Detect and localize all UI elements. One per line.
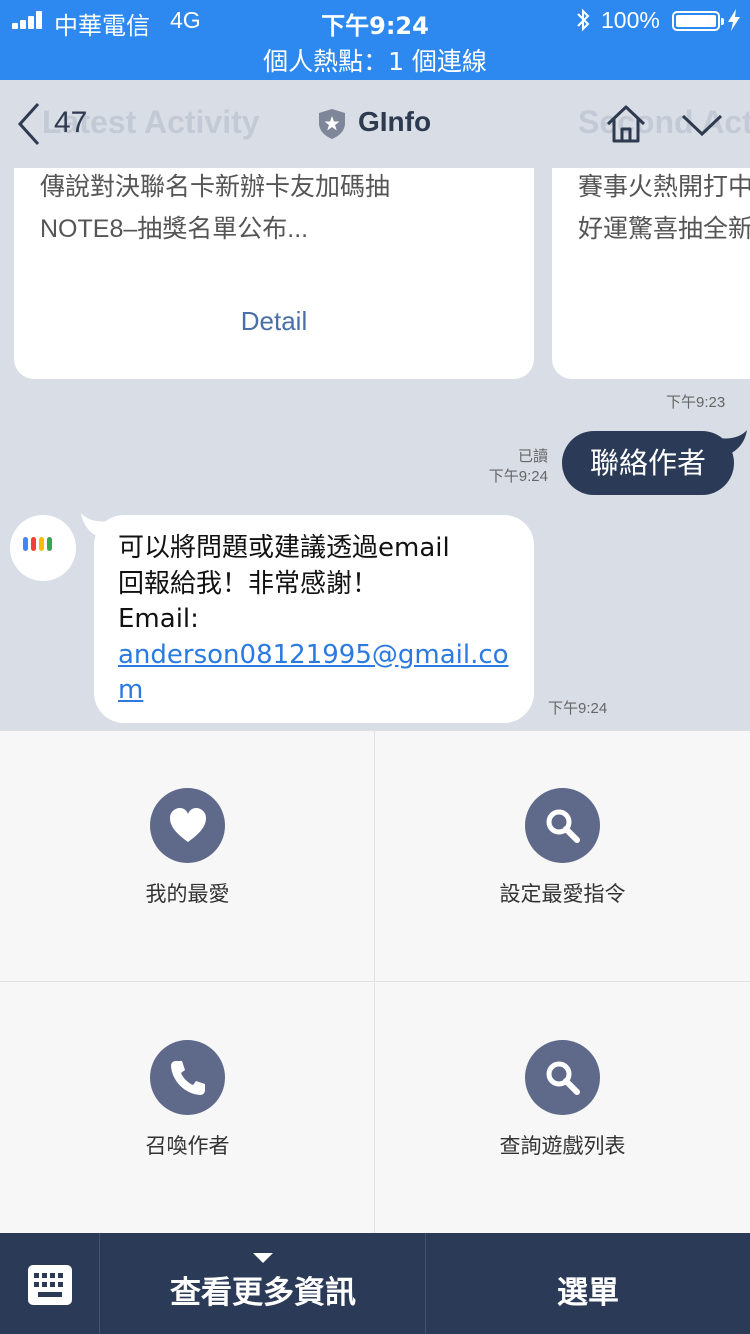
bot-message-line: 回報給我！非常感謝！ [118, 568, 379, 599]
unread-count: 47 [54, 106, 88, 139]
menu-item-game-list[interactable]: 查詢遊戲列表 [375, 983, 750, 1234]
my-message-bubble[interactable]: 聯絡作者 [562, 431, 734, 495]
card-text-line: 賽事火熱開打中 [578, 173, 750, 201]
search-icon [525, 788, 600, 863]
bot-message-line: Email: [118, 604, 199, 634]
card-text-line: 好運驚喜抽全新 [578, 215, 750, 243]
search-icon [525, 1040, 600, 1115]
menu-item-call-author[interactable]: 召喚作者 [0, 983, 375, 1234]
heart-icon [150, 788, 225, 863]
bluetooth-icon [577, 8, 590, 32]
menu-item-label: 我的最愛 [145, 882, 230, 906]
detail-link[interactable]: Detail [14, 306, 534, 337]
menu-item-favorites[interactable]: 我的最愛 [0, 731, 375, 982]
avatar[interactable] [10, 515, 76, 581]
email-link[interactable]: anderson08121995@gmail.com [118, 638, 518, 709]
battery-icon [672, 11, 724, 31]
menu-item-set-favorite-command[interactable]: 設定最愛指令 [375, 731, 750, 982]
menu-item-label: 查詢遊戲列表 [499, 1134, 626, 1158]
keyboard-button[interactable] [0, 1233, 100, 1334]
phone-icon [150, 1040, 225, 1115]
hotspot-banner[interactable]: 個人熱點：1 個連線 [0, 42, 750, 78]
bot-message-bubble[interactable]: 可以將問題或建議透過email 回報給我！非常感謝！ Email: anders… [94, 515, 534, 723]
battery-percent: 100% [601, 7, 660, 33]
bottom-bar: 查看更多資訊 選單 [0, 1233, 750, 1334]
charging-icon [728, 9, 740, 31]
status-bar: 中華電信 4G 下午9:24 100% 個人熱點：1 個連線 [0, 0, 750, 80]
card-text-line: 傳說對決聯名卡新辦卡友加碼抽 [40, 173, 391, 201]
menu-item-label: 召喚作者 [145, 1134, 230, 1158]
caret-down-icon [253, 1253, 273, 1263]
message-timestamp: 下午9:23 [666, 394, 726, 411]
menu-button-label: 選單 [557, 1275, 619, 1311]
menu-button[interactable]: 選單 [426, 1233, 750, 1334]
chat-area[interactable]: 傳說對決聯名卡新辦卡友加碼抽 NOTE8–抽獎名單公布... Detail 賽事… [0, 168, 750, 730]
home-icon[interactable] [604, 102, 648, 146]
read-label: 已讀 [517, 448, 548, 465]
bot-message-line: 可以將問題或建議透過email [118, 533, 450, 563]
back-chevron-icon [17, 102, 40, 146]
card-text-line: NOTE8–抽獎名單公布... [40, 215, 309, 243]
back-button[interactable]: 47 [16, 100, 106, 148]
chat-title-text: GInfo [358, 106, 432, 137]
more-info-label: 查看更多資訊 [170, 1275, 356, 1311]
rich-menu: 我的最愛 設定最愛指令 召喚作者 查詢遊戲列表 [0, 730, 750, 1234]
chevron-down-icon[interactable] [680, 110, 724, 140]
chat-header: Latest Activity Second Acti 47 GInfo [0, 80, 750, 168]
read-receipt: 已讀 下午9:24 [484, 447, 548, 487]
keyboard-icon [28, 1265, 72, 1305]
menu-item-label: 設定最愛指令 [499, 882, 626, 906]
message-timestamp: 下午9:24 [488, 468, 548, 485]
carousel-card[interactable]: 賽事火熱開打中 好運驚喜抽全新 [552, 168, 750, 379]
more-info-button[interactable]: 查看更多資訊 [100, 1233, 426, 1334]
carousel-card[interactable]: 傳說對決聯名卡新辦卡友加碼抽 NOTE8–抽獎名單公布... Detail [14, 168, 534, 379]
message-timestamp: 下午9:24 [548, 700, 608, 717]
shield-star-icon [319, 109, 345, 139]
